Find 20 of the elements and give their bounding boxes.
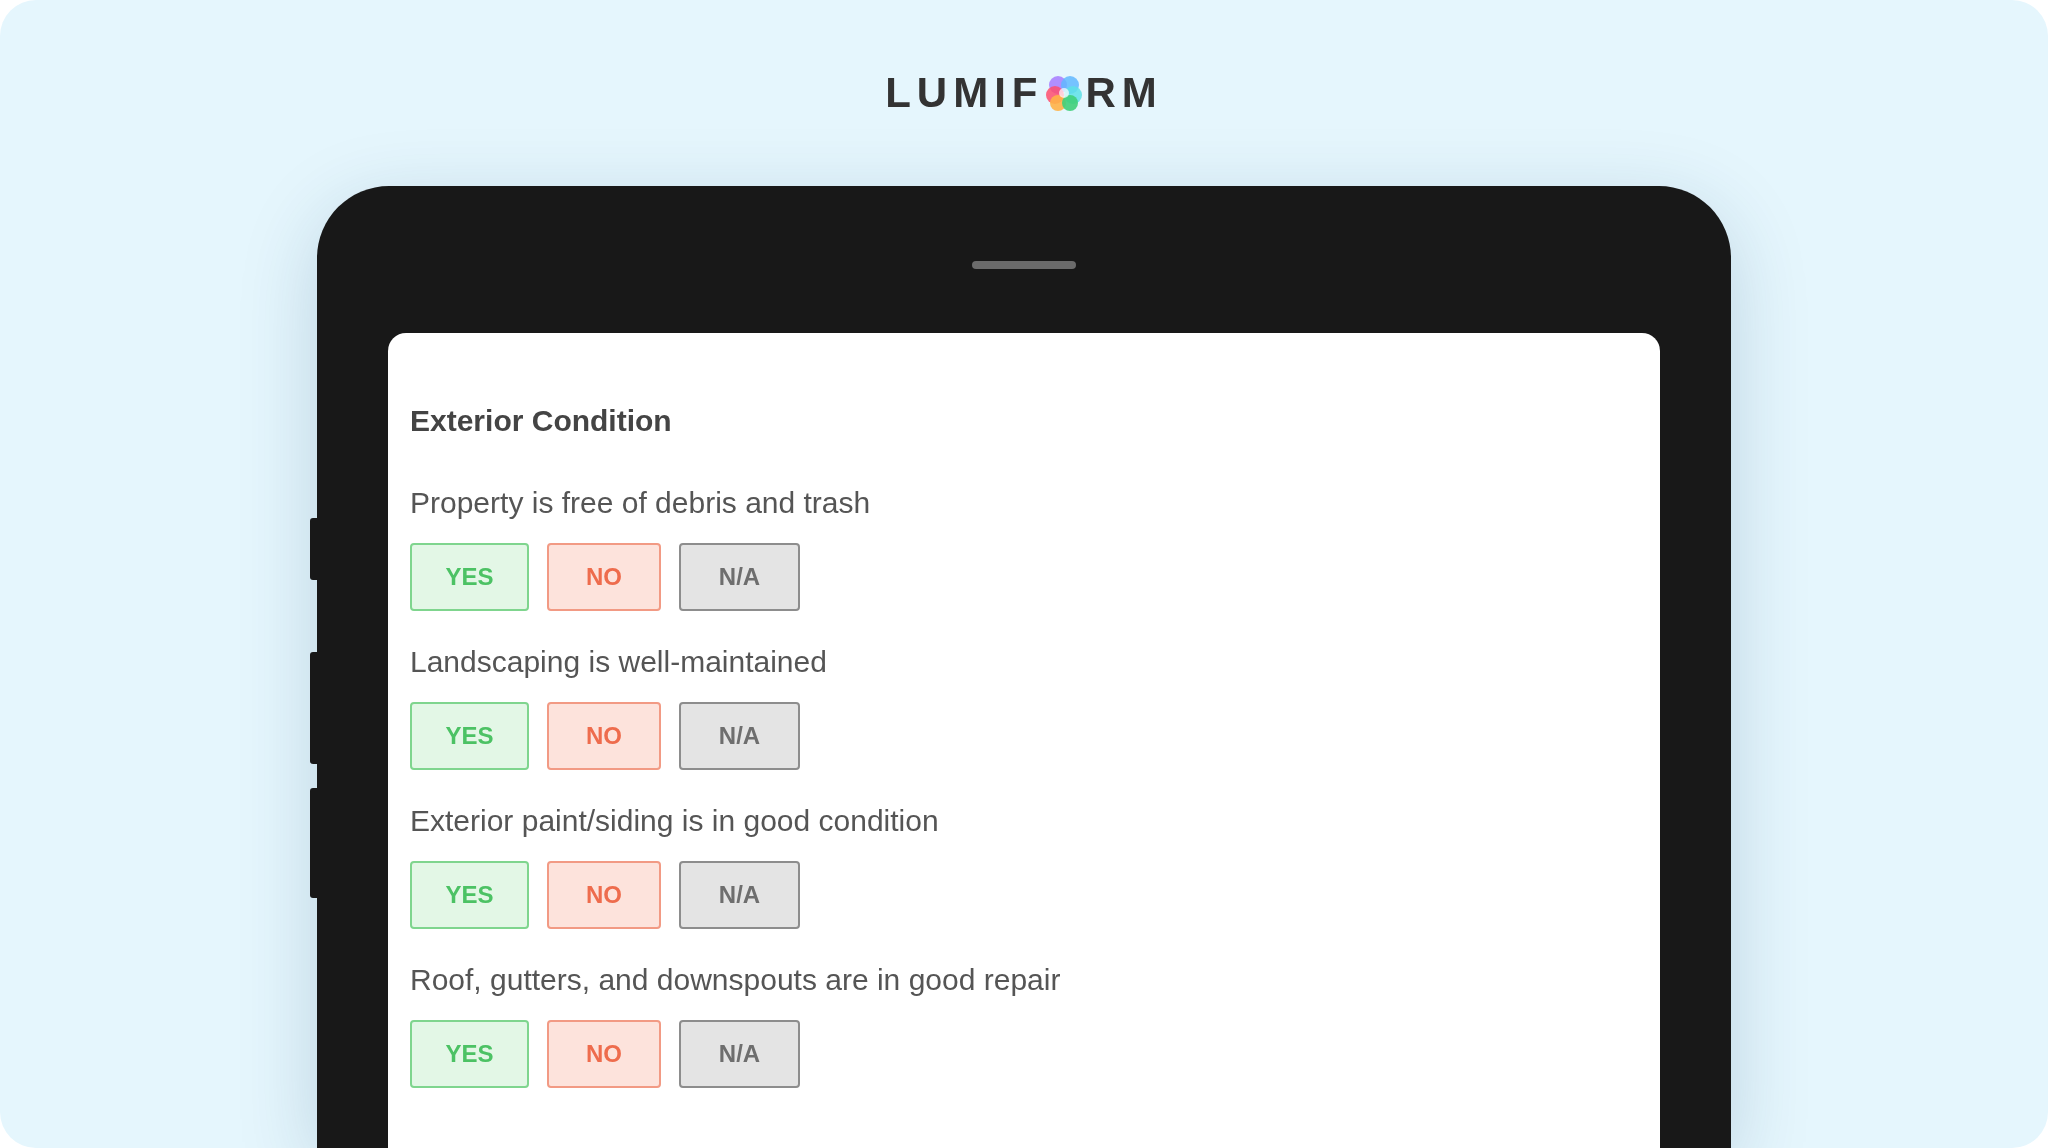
- question-text: Roof, gutters, and downspouts are in good repair: [410, 962, 1062, 998]
- answer-button[interactable]: NO: [547, 543, 661, 611]
- answer-button[interactable]: YES: [410, 702, 529, 770]
- answer-button[interactable]: N/A: [679, 543, 800, 611]
- section-title: Exterior Condition: [410, 405, 673, 437]
- answer-button[interactable]: YES: [410, 861, 529, 929]
- answer-button[interactable]: NO: [547, 1020, 661, 1088]
- logo-text: LUMIF: [885, 67, 1044, 118]
- question-text: Property is free of debris and trash: [410, 485, 872, 521]
- answer-button[interactable]: NO: [547, 702, 661, 770]
- answer-button[interactable]: N/A: [679, 702, 800, 770]
- answer-button[interactable]: YES: [410, 1020, 529, 1088]
- answer-button[interactable]: N/A: [679, 1020, 800, 1088]
- answer-button[interactable]: YES: [410, 543, 529, 611]
- answer-button[interactable]: NO: [547, 861, 661, 929]
- logo-text: RM: [1085, 67, 1163, 118]
- question-text: Exterior paint/siding is in good condition: [410, 803, 940, 839]
- question-text: Landscaping is well-maintained: [410, 644, 828, 680]
- logo-flower-icon: [1046, 73, 1083, 111]
- answer-button[interactable]: N/A: [679, 861, 800, 929]
